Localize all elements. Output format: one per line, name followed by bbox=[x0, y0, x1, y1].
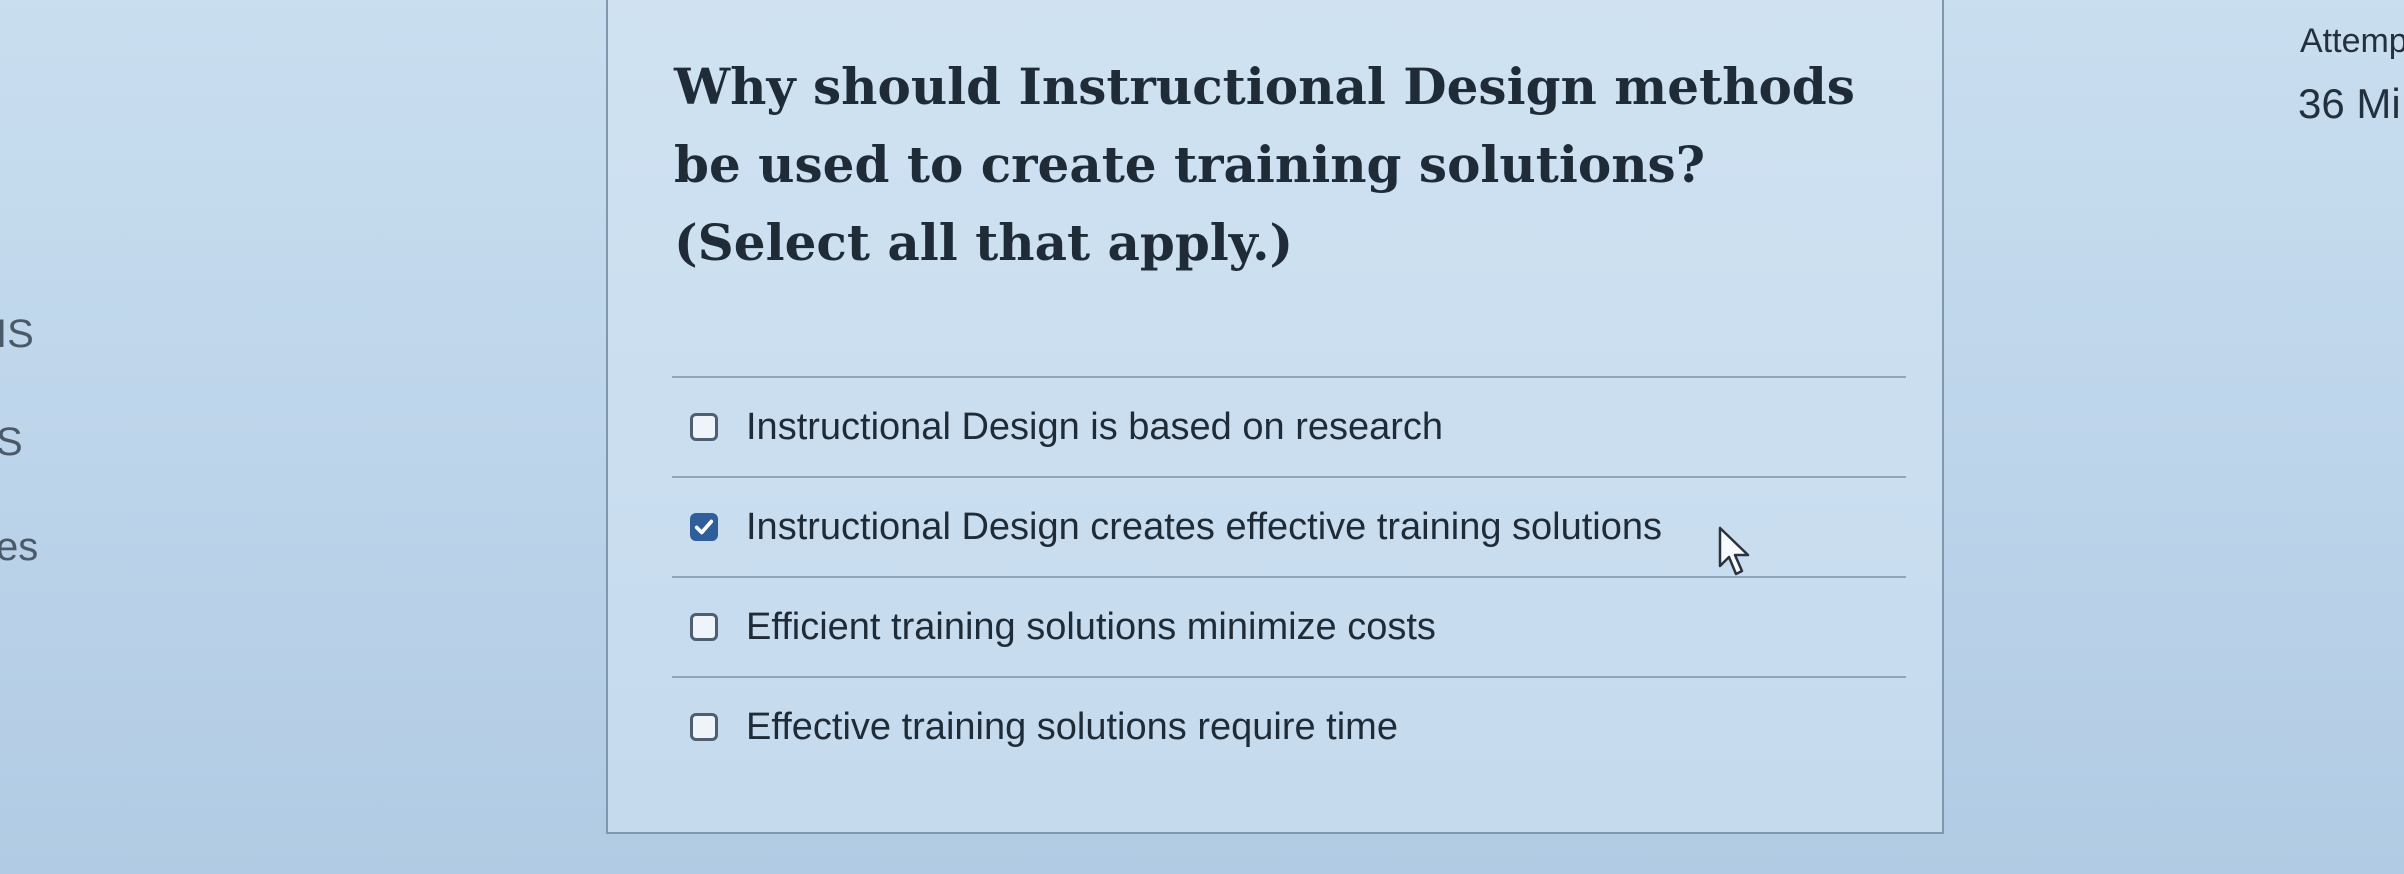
nav-fragment-3[interactable]: es bbox=[0, 525, 38, 570]
answer-label: Effective training solutions require tim… bbox=[746, 705, 1398, 748]
nav-fragment-2[interactable]: S bbox=[0, 420, 23, 465]
attempt-panel: Attemp 36 Mi bbox=[2292, 22, 2404, 142]
answer-option-3[interactable]: Efficient training solutions minimize co… bbox=[672, 578, 1906, 678]
question-card: Why should Instructional Design methods … bbox=[606, 0, 1944, 834]
mouse-cursor-icon bbox=[1718, 526, 1750, 576]
nav-fragment-1[interactable]: IS bbox=[0, 312, 34, 357]
attempt-label: Attemp bbox=[2300, 22, 2404, 60]
checkbox[interactable] bbox=[690, 413, 718, 441]
left-navigation-fragment: IS S es bbox=[0, 0, 60, 874]
answer-label: Efficient training solutions minimize co… bbox=[746, 605, 1436, 648]
checkbox[interactable] bbox=[690, 613, 718, 641]
answer-option-4[interactable]: Effective training solutions require tim… bbox=[672, 678, 1906, 776]
checkbox[interactable] bbox=[690, 513, 718, 541]
checkbox[interactable] bbox=[690, 713, 718, 741]
answer-label: Instructional Design creates effective t… bbox=[746, 505, 1663, 548]
attempt-value: 36 Mi bbox=[2298, 80, 2401, 127]
answer-label: Instructional Design is based on researc… bbox=[746, 405, 1444, 448]
checkmark-icon bbox=[694, 519, 714, 535]
answer-option-1[interactable]: Instructional Design is based on researc… bbox=[672, 378, 1906, 478]
question-text: Why should Instructional Design methods … bbox=[674, 57, 1855, 272]
